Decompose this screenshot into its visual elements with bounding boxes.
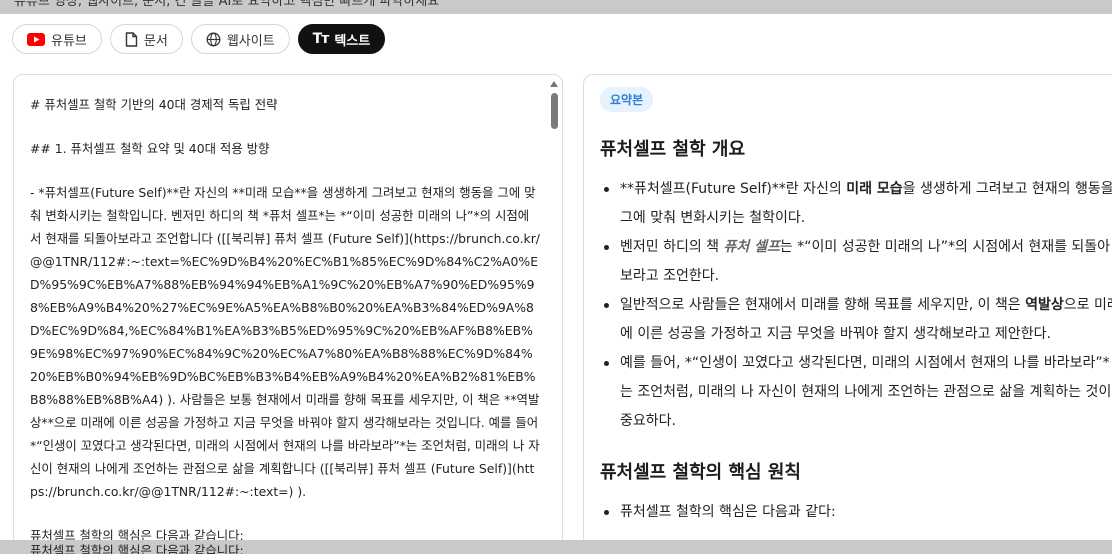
summary-badge: 요약본 <box>600 87 654 112</box>
youtube-icon <box>27 32 45 46</box>
summary-bullet: **퓨처셀프(Future Self)**란 자신의 미래 모습을 생생하게 그… <box>600 175 1112 233</box>
summary-content: 퓨처셀프 철학 개요 **퓨처셀프(Future Self)**란 자신의 미래… <box>600 135 1112 527</box>
source-next-line: 퓨처셀프 철학의 핵심은 다음과 같습니다: <box>30 528 244 540</box>
summary-panel: 요약본 퓨처셀프 철학 개요 **퓨처셀프(Future Self)**란 자신… <box>583 74 1112 540</box>
tab-label: 문서 <box>143 33 168 49</box>
tab-label: 웹사이트 <box>226 33 275 49</box>
summary-bullet: 벤저민 하디의 책 퓨처 셀프는 *“이미 성공한 미래의 나”*의 시점에서 … <box>600 233 1112 291</box>
page-hint-cut: 유튜브 영상, 웹사이트, 문서, 긴 글을 AI로 요약하고 핵심만 빠르게 … <box>0 0 1112 14</box>
source-heading-1: # 퓨처셀프 철학 기반의 40대 경제적 독립 전략 <box>30 97 278 112</box>
document-icon <box>125 31 138 47</box>
tab-website[interactable]: 웹사이트 <box>190 24 290 54</box>
summary-list: **퓨처셀프(Future Self)**란 자신의 미래 모습을 생생하게 그… <box>600 175 1112 436</box>
summary-section-title: 퓨처셀프 철학 개요 <box>600 139 746 160</box>
scrollbar-thumb[interactable] <box>551 93 558 129</box>
tab-document[interactable]: 문서 <box>109 24 183 54</box>
summary-list: 퓨처셀프 철학의 핵심은 다음과 같다: <box>600 498 1112 527</box>
summary-bullet: 일반적으로 사람들은 현재에서 미래를 향해 목표를 세우지만, 이 책은 역발… <box>600 291 1112 349</box>
page-bottom-cut: 퓨처셀프 철학의 핵심은 다음과 같습니다: <box>0 540 1112 554</box>
summary-section-title: 퓨처셀프 철학의 핵심 원칙 <box>600 462 801 483</box>
scroll-up-arrow-icon[interactable] <box>550 81 558 87</box>
tab-youtube[interactable]: 유튜브 <box>12 24 102 54</box>
source-tabs: 유튜브 문서 웹사이트 Tт 텍스트 <box>12 24 386 54</box>
text-icon: Tт <box>312 31 330 47</box>
tab-label: 텍스트 <box>334 33 371 49</box>
source-paragraph: - *퓨처셀프(Future Self)**란 자신의 **미래 모습**을 생… <box>30 185 540 499</box>
tab-text[interactable]: Tт 텍스트 <box>297 24 386 54</box>
summary-bullet: 예를 들어, *“인생이 꼬였다고 생각된다면, 미래의 시점에서 현재의 나를… <box>600 349 1112 436</box>
source-text[interactable]: # 퓨처셀프 철학 기반의 40대 경제적 독립 전략 ## 1. 퓨처셀프 철… <box>30 93 540 540</box>
summary-bullet: 퓨처셀프 철학의 핵심은 다음과 같다: <box>600 498 1112 527</box>
tab-label: 유튜브 <box>51 33 87 49</box>
source-next-line-cut: 퓨처셀프 철학의 핵심은 다음과 같습니다: <box>30 543 244 554</box>
globe-icon <box>206 32 221 47</box>
page-hint: 유튜브 영상, 웹사이트, 문서, 긴 글을 AI로 요약하고 핵심만 빠르게 … <box>14 0 440 9</box>
source-text-panel[interactable]: # 퓨처셀프 철학 기반의 40대 경제적 독립 전략 ## 1. 퓨처셀프 철… <box>13 74 563 540</box>
summarizer-app: 유튜브 문서 웹사이트 Tт 텍스트 # 퓨처셀프 철학 기반의 40대 경제적… <box>0 14 1112 540</box>
source-heading-2: ## 1. 퓨처셀프 철학 요약 및 40대 적용 방향 <box>30 141 270 156</box>
